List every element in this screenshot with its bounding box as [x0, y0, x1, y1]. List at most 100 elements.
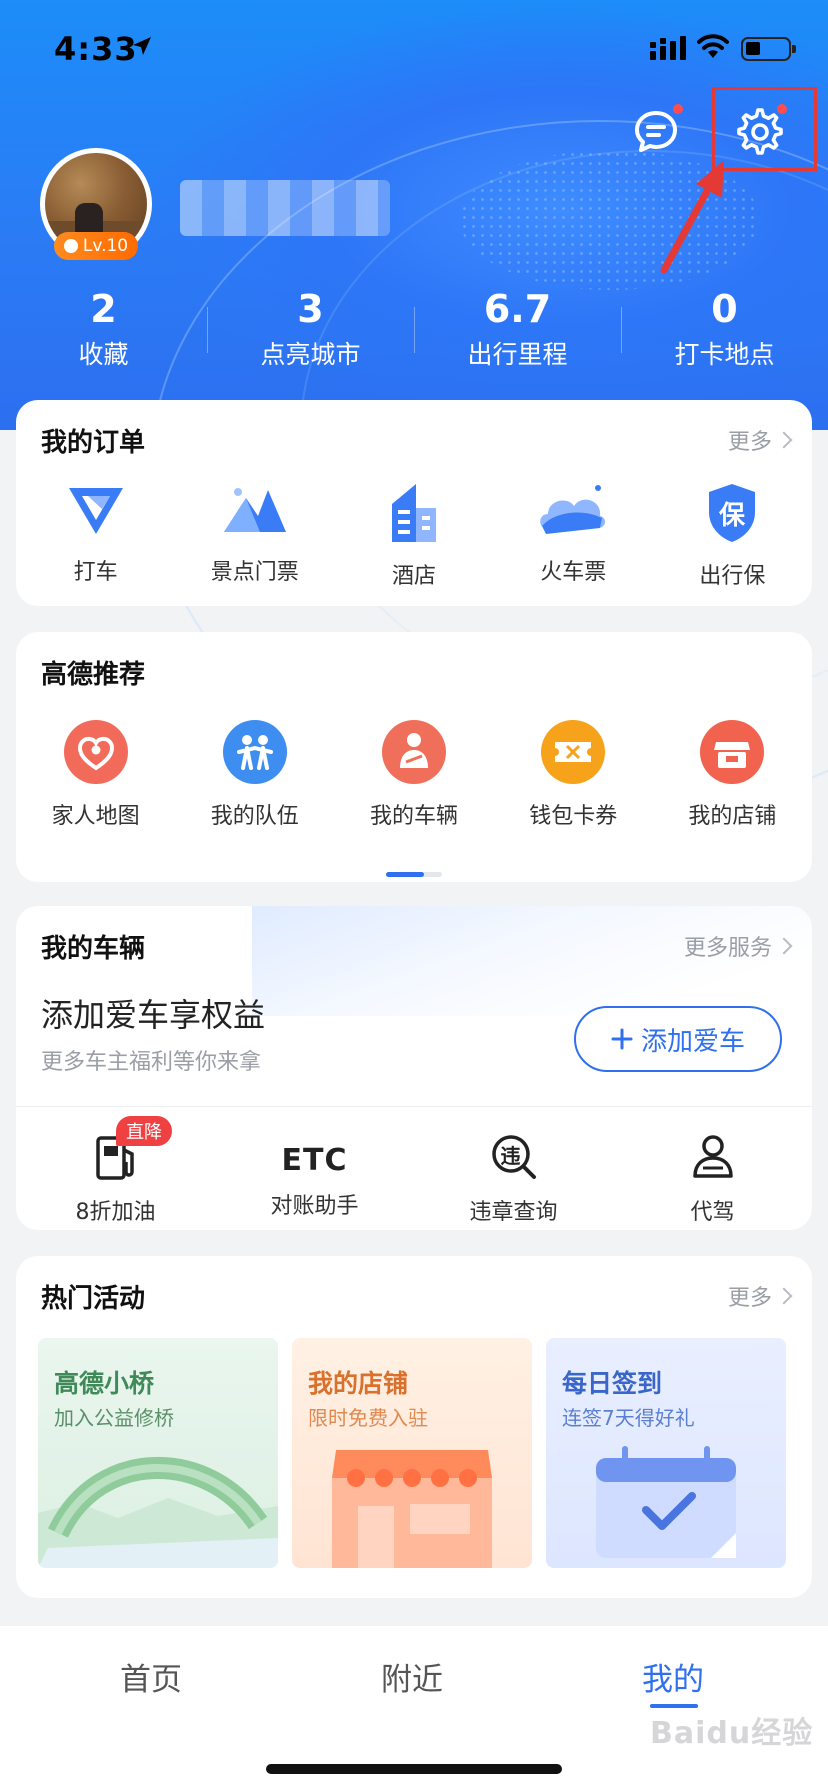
- activities-title: 热门活动: [41, 1284, 146, 1314]
- activity-subtitle: 连签7天得好礼: [562, 1406, 695, 1430]
- recommend-item-vehicle[interactable]: 我的车辆: [334, 720, 493, 830]
- recommend-item-label: 我的店铺: [688, 804, 777, 829]
- app-root: 4:33 Lv.10 2 收藏 3 点亮城市 6.7 出行里程 0 打卡地点 我…: [0, 0, 828, 1792]
- cellular-signal-icon: [650, 36, 686, 60]
- tab-mine[interactable]: 我的: [642, 1654, 704, 1699]
- chevron-right-icon: [775, 937, 793, 955]
- stat-value: 3: [297, 287, 324, 331]
- blurred-username: [180, 180, 390, 236]
- tab-home[interactable]: 首页: [120, 1654, 182, 1699]
- shop-icon: [700, 720, 765, 784]
- violation-icon-text: 违: [500, 1144, 521, 1168]
- activity-title: 我的店铺: [308, 1369, 409, 1398]
- stat-travel-mileage[interactable]: 6.7 出行里程: [414, 285, 621, 385]
- service-etc-assistant[interactable]: ETC 对账助手: [215, 1118, 414, 1226]
- order-item-label: 景点门票: [210, 560, 299, 585]
- order-item-label: 出行保: [699, 564, 766, 589]
- vehicle-promo-subtitle: 更多车主福利等你来拿: [41, 1050, 262, 1075]
- activity-title: 高德小桥: [54, 1369, 155, 1398]
- level-text: Lv.10: [82, 236, 129, 256]
- recommend-item-label: 我的车辆: [370, 804, 459, 829]
- vehicle-title: 我的车辆: [41, 934, 146, 964]
- status-time: 4:33: [54, 30, 138, 68]
- recommend-grid: 家人地图 我的队伍 我的车辆 钱包卡券 我的店铺: [16, 720, 812, 830]
- order-item-taxi[interactable]: 打车: [16, 482, 175, 590]
- stat-favorites[interactable]: 2 收藏: [0, 285, 207, 385]
- order-item-hotel[interactable]: 酒店: [334, 482, 493, 590]
- service-label: 对账助手: [270, 1194, 359, 1219]
- stat-label: 打卡地点: [674, 340, 775, 369]
- page-indicator: [386, 872, 442, 877]
- level-badge[interactable]: Lv.10: [54, 232, 138, 260]
- stat-value: 0: [711, 287, 738, 331]
- activities-card: 热门活动 更多 高德小桥 加入公益修桥 我的店铺 限时免费入驻 每日签到 连签7…: [16, 1256, 812, 1598]
- level-icon: [63, 239, 78, 253]
- activity-card-bridge[interactable]: 高德小桥 加入公益修桥: [38, 1338, 278, 1568]
- vehicle-card: 我的车辆 更多服务 添加爱车享权益 更多车主福利等你来拿 添加爱车 直降 8折加…: [16, 906, 812, 1230]
- more-label: 更多服务: [683, 936, 772, 961]
- recommend-item-label: 我的队伍: [210, 804, 299, 829]
- service-designated-driver[interactable]: 代驾: [613, 1118, 812, 1226]
- message-icon: [635, 111, 677, 152]
- chevron-right-icon: [775, 431, 793, 449]
- team-icon: [222, 720, 287, 784]
- vehicle-promo-title: 添加爱车享权益: [41, 996, 266, 1034]
- home-indicator[interactable]: [266, 1764, 562, 1774]
- recommend-item-family-map[interactable]: 家人地图: [16, 720, 175, 830]
- taxi-icon: [68, 488, 123, 534]
- vehicle-more-services-link[interactable]: 更多服务: [683, 930, 793, 962]
- orders-title: 我的订单: [41, 428, 146, 458]
- recommend-item-wallet-coupon[interactable]: 钱包卡券: [494, 720, 653, 830]
- vehicle-icon: [382, 720, 446, 784]
- wifi-icon: [697, 34, 729, 58]
- service-label: 8折加油: [75, 1200, 156, 1225]
- activities-more-link[interactable]: 更多: [727, 1280, 793, 1312]
- train-ticket-icon: [540, 485, 606, 534]
- plus-icon: [611, 1028, 633, 1050]
- order-item-label: 打车: [73, 560, 118, 585]
- add-car-button[interactable]: 添加爱车: [574, 1006, 782, 1072]
- battery-icon: [741, 37, 796, 61]
- travel-insurance-icon: 保: [709, 484, 756, 542]
- recommend-item-team[interactable]: 我的队伍: [175, 720, 334, 830]
- recommend-card: 高德推荐 家人地图 我的队伍 我的车辆 钱包卡券 我的店铺: [16, 632, 812, 882]
- order-item-label: 酒店: [392, 564, 437, 589]
- recommend-title: 高德推荐: [41, 660, 146, 690]
- message-notification-dot: [673, 104, 683, 114]
- recommend-item-label: 家人地图: [51, 804, 140, 829]
- scenic-ticket-icon: [223, 488, 286, 532]
- recommend-item-shop[interactable]: 我的店铺: [653, 720, 812, 830]
- activity-card-shop[interactable]: 我的店铺 限时免费入驻: [292, 1338, 532, 1568]
- activity-subtitle: 限时免费入驻: [308, 1406, 428, 1430]
- order-item-train-ticket[interactable]: 火车票: [494, 482, 653, 590]
- driver-icon: [692, 1135, 733, 1178]
- more-label: 更多: [727, 430, 772, 455]
- chevron-right-icon: [775, 1287, 793, 1305]
- add-car-label: 添加爱车: [640, 1026, 745, 1057]
- tab-nearby[interactable]: 附近: [381, 1654, 443, 1699]
- divider: [16, 1106, 812, 1107]
- stat-label: 出行里程: [467, 340, 568, 369]
- hotel-icon: [392, 484, 436, 542]
- etc-icon: ETC: [281, 1143, 348, 1178]
- service-label: 违章查询: [469, 1200, 558, 1225]
- svg-text:保: 保: [718, 501, 746, 531]
- wallet-coupon-icon: [541, 720, 606, 784]
- service-violation-query[interactable]: 违 违章查询: [414, 1118, 613, 1226]
- orders-card: 我的订单 更多 打车 景点门票 酒店 火车票 保 出行保: [16, 400, 812, 606]
- stat-lit-cities[interactable]: 3 点亮城市: [207, 285, 414, 385]
- stat-value: 2: [90, 287, 117, 331]
- stat-checkin-places[interactable]: 0 打卡地点: [621, 285, 828, 385]
- activities-row: 高德小桥 加入公益修桥 我的店铺 限时免费入驻 每日签到 连签7天得好礼: [38, 1338, 790, 1568]
- order-item-scenic-ticket[interactable]: 景点门票: [175, 482, 334, 590]
- annotation-highlight-box: [712, 87, 817, 171]
- profile-header: 4:33 Lv.10 2 收藏 3 点亮城市 6.7 出行里程 0 打卡地点: [0, 0, 828, 820]
- more-label: 更多: [727, 1286, 772, 1311]
- violation-search-icon: 违: [490, 1132, 538, 1182]
- activity-card-checkin[interactable]: 每日签到 连签7天得好礼: [546, 1338, 786, 1568]
- stat-label: 点亮城市: [260, 340, 361, 369]
- service-fuel-discount[interactable]: 直降 8折加油: [16, 1116, 215, 1226]
- activity-subtitle: 加入公益修桥: [54, 1406, 174, 1430]
- orders-more-link[interactable]: 更多: [727, 424, 793, 456]
- order-item-travel-insurance[interactable]: 保 出行保: [653, 482, 812, 590]
